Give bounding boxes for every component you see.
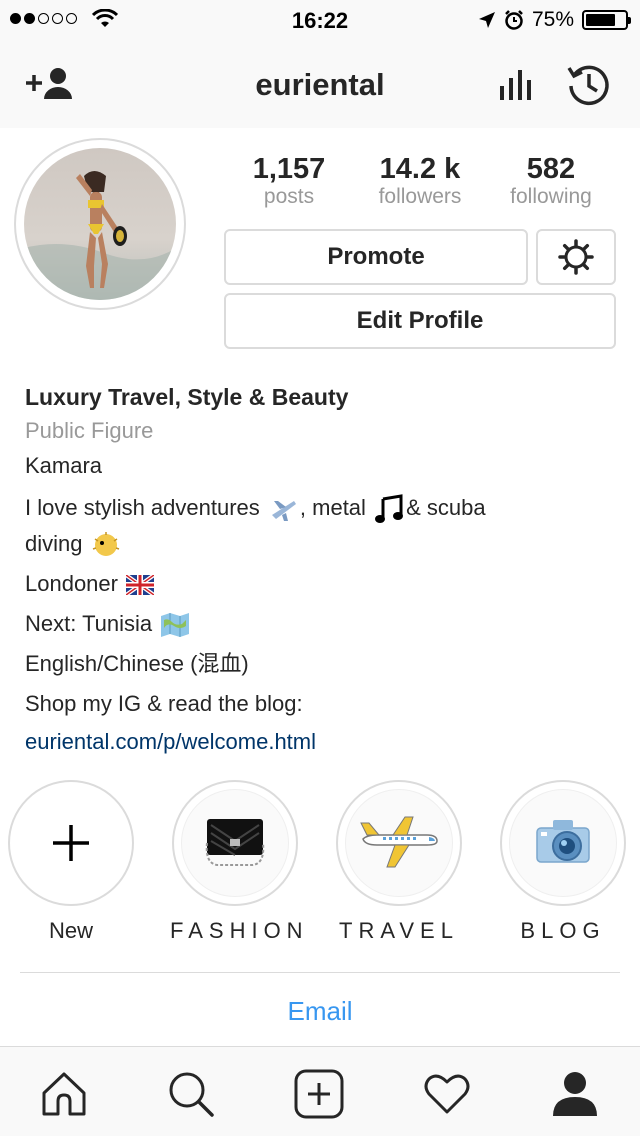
bio-category: Public Figure	[25, 418, 154, 443]
airplane-emoji-icon	[271, 501, 296, 522]
divider	[20, 972, 620, 973]
blowfish-emoji-icon	[92, 532, 119, 557]
highlight-label: TRAVEL	[339, 918, 459, 943]
airplane-icon	[360, 816, 438, 868]
tab-profile[interactable]	[550, 1069, 600, 1119]
settings-button[interactable]	[536, 229, 616, 285]
new-post-icon	[294, 1069, 344, 1119]
music-note-icon	[375, 494, 404, 524]
stat-following-value: 582	[526, 153, 576, 185]
map-emoji-icon	[161, 613, 190, 638]
highlight-new[interactable]: New	[6, 780, 136, 944]
email-button[interactable]: Email	[0, 996, 640, 1027]
profile-avatar-ring[interactable]	[14, 138, 186, 310]
highlight-label: New	[48, 918, 93, 943]
insights-icon[interactable]	[498, 66, 534, 102]
tab-activity[interactable]	[422, 1069, 472, 1119]
camera-icon	[536, 820, 590, 863]
uk-flag-icon	[126, 575, 155, 596]
activity-heart-icon	[424, 1074, 470, 1114]
stat-posts[interactable]: 1,157 posts	[224, 154, 354, 210]
alarm-icon	[505, 10, 523, 30]
highlight-label: FASHION	[170, 918, 309, 943]
location-arrow-icon	[478, 12, 495, 28]
highlight-label: BLOG	[520, 918, 606, 943]
plus-icon	[53, 825, 89, 861]
highlight-blog[interactable]: BLOG	[498, 780, 628, 944]
edit-profile-button[interactable]: Edit Profile	[224, 293, 616, 349]
tab-search[interactable]	[166, 1069, 216, 1119]
bio-line: Londoner	[25, 566, 625, 602]
stat-followers[interactable]: 14.2 k followers	[355, 154, 485, 210]
bio-website-link[interactable]: euriental.com/p/welcome.html	[25, 722, 625, 762]
profile-stats: 1,157 posts 14.2 k followers 582 followi…	[224, 154, 616, 210]
bio-line: Next: Tunisia	[25, 606, 625, 642]
stat-posts-label: posts	[263, 185, 315, 208]
search-icon	[169, 1072, 214, 1117]
stat-followers-value: 14.2 k	[379, 153, 461, 185]
avatar[interactable]	[24, 148, 176, 300]
battery-percent: 75%	[531, 8, 574, 31]
archive-icon[interactable]	[566, 62, 612, 108]
gear-icon	[558, 239, 594, 275]
tab-new-post[interactable]	[294, 1069, 344, 1119]
profile-icon	[553, 1072, 597, 1116]
bio-line: English/Chinese (混血)	[25, 651, 249, 676]
username-title: euriental	[255, 67, 385, 102]
bio-line: diving	[25, 526, 625, 562]
bio-line: Kamara	[25, 453, 103, 478]
tab-home[interactable]	[39, 1069, 89, 1119]
highlight-fashion[interactable]: FASHION	[170, 780, 309, 944]
battery-icon	[582, 10, 631, 30]
status-bar: 16:22 75%	[0, 0, 640, 40]
promote-button[interactable]: Promote	[224, 229, 528, 285]
nav-bar: euriental	[0, 40, 640, 128]
stat-following[interactable]: 582 following	[486, 154, 616, 210]
handbag-icon	[205, 819, 265, 866]
bio-line: Shop my IG & read the blog:	[25, 691, 303, 716]
tab-bar	[0, 1046, 640, 1136]
stat-following-label: following	[510, 185, 592, 208]
profile-bio: Luxury Travel, Style & Beauty Public Fig…	[25, 380, 625, 762]
highlight-travel[interactable]: TRAVEL	[334, 780, 464, 944]
bio-line: I love stylish adventures , metal & scub…	[25, 490, 625, 526]
stat-followers-label: followers	[378, 185, 462, 208]
stat-posts-value: 1,157	[252, 153, 326, 185]
home-icon	[42, 1072, 86, 1116]
bio-display-name: Luxury Travel, Style & Beauty	[25, 384, 349, 410]
